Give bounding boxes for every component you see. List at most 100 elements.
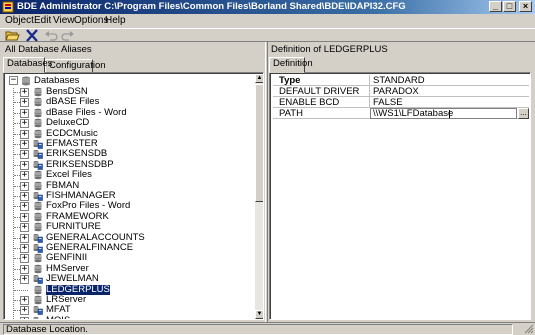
- definition-row-default-driver[interactable]: DEFAULT DRIVER PARADOX: [273, 86, 529, 97]
- database-icon: [34, 118, 42, 128]
- expand-icon[interactable]: +: [20, 130, 29, 139]
- definition-key: ENABLE BCD: [279, 97, 340, 108]
- database-server-icon: [33, 275, 43, 284]
- database-server-icon: [33, 306, 43, 315]
- expand-icon[interactable]: +: [20, 275, 29, 284]
- expand-icon[interactable]: +: [20, 317, 29, 319]
- database-server-icon: [33, 317, 39, 319]
- definition-row-type[interactable]: Type STANDARD: [273, 75, 529, 86]
- tree-node-label: FURNITURE: [46, 221, 101, 232]
- tab-databases[interactable]: Databases: [3, 57, 52, 73]
- tree-connector-line: [14, 290, 28, 291]
- expand-icon[interactable]: +: [20, 140, 29, 149]
- definition-value[interactable]: PARADOX: [373, 86, 419, 97]
- definition-panel: Type STANDARD DEFAULT DRIVER PARADOX ENA…: [269, 72, 531, 320]
- status-text: Database Location.: [3, 324, 513, 335]
- definition-key: Type: [279, 75, 301, 86]
- database-server-icon: [33, 140, 43, 149]
- tree-root-label[interactable]: Databases: [34, 76, 79, 86]
- database-server-icon: [33, 192, 43, 201]
- right-tabs: Definition: [269, 57, 531, 73]
- root-collapse-icon[interactable]: −: [9, 76, 18, 85]
- database-tree[interactable]: − Databases + BensDSN + dBASE Files + dBase F…: [3, 72, 264, 320]
- expand-icon[interactable]: +: [20, 192, 29, 201]
- expand-icon[interactable]: +: [20, 88, 29, 97]
- definition-value[interactable]: STANDARD: [373, 75, 425, 86]
- close-button[interactable]: ×: [519, 1, 532, 12]
- database-server-icon: [33, 150, 43, 159]
- minimize-button[interactable]: _: [489, 1, 502, 12]
- grid-separator: [369, 86, 370, 97]
- tab-configuration[interactable]: Configuration: [45, 59, 106, 73]
- database-icon: [34, 285, 42, 295]
- expand-icon[interactable]: +: [20, 119, 29, 128]
- expand-icon[interactable]: +: [20, 171, 29, 180]
- definition-row-path[interactable]: PATH \\WS1\LFDatabase ...: [273, 108, 529, 119]
- menu-edit[interactable]: Edit: [34, 15, 51, 26]
- undo-icon[interactable]: [43, 29, 59, 42]
- definition-value[interactable]: FALSE: [373, 97, 403, 108]
- database-icon: [34, 264, 42, 274]
- tree-node-label: MFAT: [46, 304, 71, 315]
- definition-key: PATH: [279, 108, 303, 119]
- tree-node-label: ERIKSENSDB: [46, 148, 108, 159]
- maximize-button[interactable]: □: [503, 1, 516, 12]
- path-browse-button[interactable]: ...: [518, 108, 529, 119]
- expand-icon[interactable]: +: [20, 234, 29, 243]
- menu-bar: Object Edit View Options Help: [0, 14, 535, 28]
- definition-row-enable-bcd[interactable]: ENABLE BCD FALSE: [273, 97, 529, 108]
- expand-icon[interactable]: +: [20, 223, 29, 232]
- app-icon: [2, 1, 14, 13]
- tree-node-label: GENFINII: [46, 252, 88, 263]
- expand-icon[interactable]: +: [20, 98, 29, 107]
- expand-icon[interactable]: +: [20, 296, 29, 305]
- menu-help[interactable]: Help: [105, 15, 126, 26]
- database-server-icon: [33, 234, 43, 243]
- delete-x-icon[interactable]: [24, 29, 40, 42]
- resize-grip-icon[interactable]: [524, 324, 534, 334]
- scroll-thumb[interactable]: [255, 84, 263, 202]
- expand-icon[interactable]: +: [20, 265, 29, 274]
- menu-object[interactable]: Object: [5, 15, 34, 26]
- expand-icon[interactable]: +: [20, 109, 29, 118]
- expand-icon[interactable]: +: [20, 244, 29, 253]
- tree-node-label: Excel Files: [46, 169, 92, 180]
- menu-options[interactable]: Options: [74, 15, 108, 26]
- tree-node-label: dBASE Files: [46, 96, 100, 107]
- status-bar: Database Location.: [0, 322, 535, 335]
- menu-view[interactable]: View: [53, 15, 75, 26]
- tree-scrollbar[interactable]: ▲ ▼: [255, 74, 263, 319]
- database-icon: [34, 108, 42, 118]
- title-bar[interactable]: BDE Administrator C:\Program Files\Commo…: [0, 0, 535, 14]
- tree-node-label: DeluxeCD: [46, 117, 90, 128]
- databases-root-icon: [22, 76, 30, 86]
- right-pane-header: Definition of LEDGERPLUS: [271, 44, 388, 55]
- database-icon: [34, 222, 42, 232]
- expand-icon[interactable]: +: [20, 306, 29, 315]
- text-cursor: [449, 110, 450, 118]
- database-icon: [34, 170, 42, 180]
- toolbar: [0, 28, 535, 42]
- expand-icon[interactable]: +: [20, 161, 29, 170]
- expand-icon[interactable]: +: [20, 213, 29, 222]
- open-folder-icon[interactable]: [4, 29, 20, 42]
- database-icon: [34, 181, 42, 191]
- tree-node-label: JEWELMAN: [46, 273, 99, 284]
- tree-node-label: MQIS: [46, 316, 70, 320]
- expand-icon[interactable]: +: [20, 254, 29, 263]
- expand-icon[interactable]: +: [20, 150, 29, 159]
- definition-key: DEFAULT DRIVER: [279, 86, 360, 97]
- path-value[interactable]: \\WS1\LFDatabase: [373, 108, 453, 119]
- bde-administrator-window: BDE Administrator C:\Program Files\Commo…: [0, 0, 535, 335]
- grid-separator: [369, 97, 370, 108]
- scroll-down-button[interactable]: ▼: [255, 310, 263, 319]
- redo-icon[interactable]: [60, 29, 76, 42]
- expand-icon[interactable]: +: [20, 202, 29, 211]
- grid-separator: [369, 75, 370, 86]
- database-icon: [34, 201, 42, 211]
- left-tabs: Databases Configuration: [3, 57, 264, 73]
- expand-icon[interactable]: +: [20, 182, 29, 191]
- tab-definition[interactable]: Definition: [269, 57, 313, 73]
- pane-splitter[interactable]: [265, 42, 268, 322]
- scroll-up-button[interactable]: ▲: [255, 74, 263, 83]
